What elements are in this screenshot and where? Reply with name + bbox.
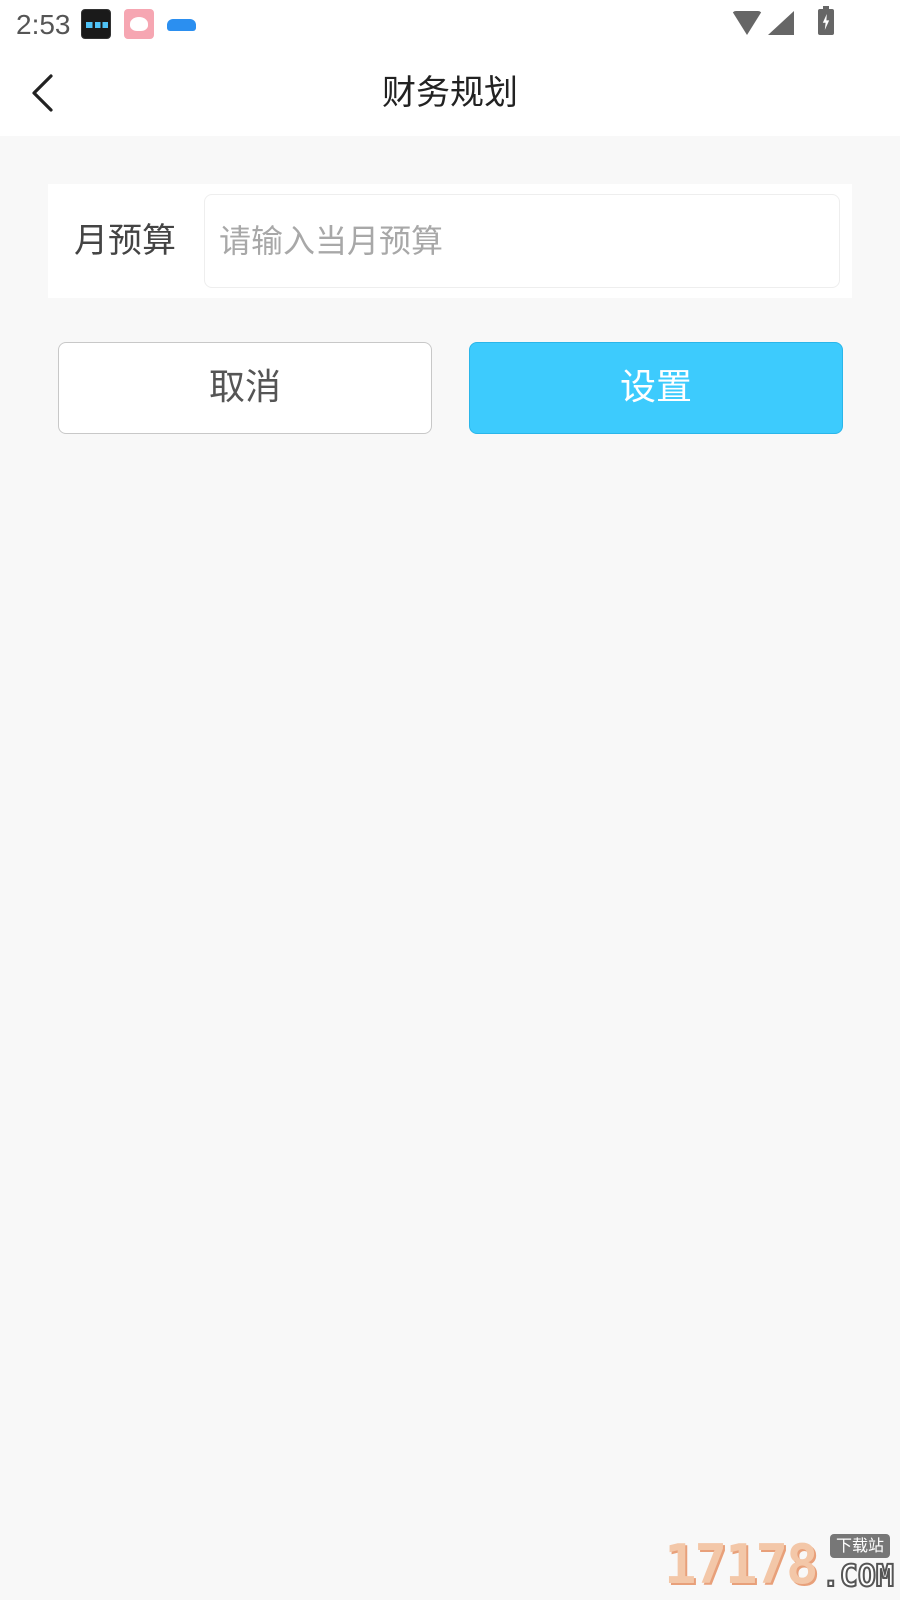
page-title: 财务规划 — [382, 73, 518, 113]
rice-bowl-icon — [124, 9, 154, 39]
status-time: 2:53 — [16, 9, 71, 40]
status-bar: 2:53 — [0, 0, 900, 50]
battery-charging-icon — [818, 6, 834, 35]
set-button[interactable]: 设置 — [469, 342, 843, 434]
watermark-badge: 下载站 — [829, 1534, 890, 1558]
watermark-number: 17178 — [664, 1533, 819, 1596]
budget-input[interactable] — [204, 194, 840, 288]
app-header: 财务规划 — [0, 50, 900, 136]
clock-widget-icon — [81, 9, 111, 39]
cancel-button[interactable]: 取消 — [58, 342, 432, 434]
car-icon — [166, 9, 196, 39]
watermark-domain: .COM — [821, 1558, 895, 1595]
budget-form-row: 月预算 — [48, 184, 852, 298]
budget-label: 月预算 — [74, 221, 176, 261]
wifi-icon — [732, 11, 762, 35]
watermark-logo: 17178 下载站 .COM — [664, 1533, 895, 1596]
signal-icon — [768, 11, 794, 35]
